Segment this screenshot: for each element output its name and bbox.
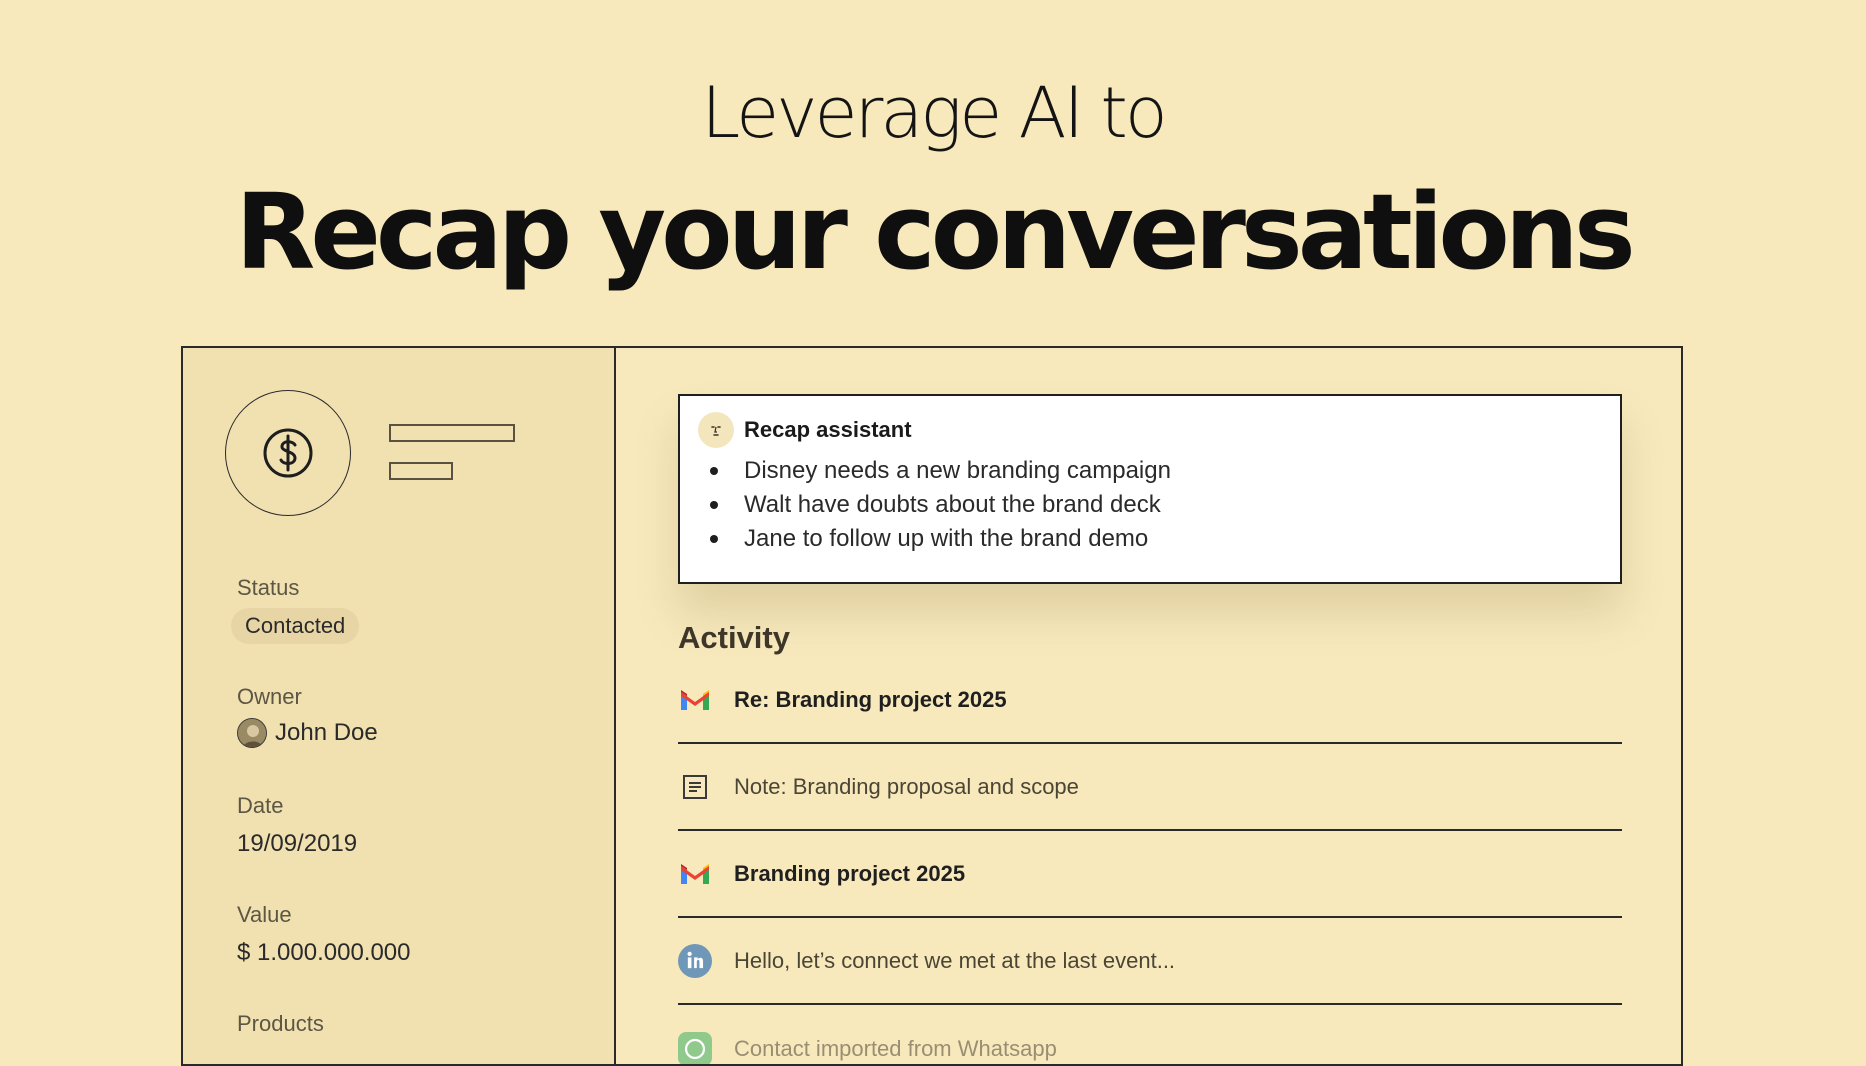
- recap-list: Disney needs a new branding campaign Wal…: [710, 454, 1171, 556]
- crm-record-panel: Status Contacted Owner John Doe Date 19/…: [181, 346, 1683, 1066]
- activity-item[interactable]: Re: Branding project 2025: [678, 657, 1622, 744]
- record-sidebar: Status Contacted Owner John Doe Date 19/…: [183, 348, 616, 1064]
- recap-item: Disney needs a new branding campaign: [710, 454, 1171, 488]
- activity-item[interactable]: Hello, let’s connect we met at the last …: [678, 918, 1622, 1005]
- activity-item[interactable]: Contact imported from Whatsapp: [678, 1005, 1622, 1064]
- dollar-icon: [263, 428, 313, 478]
- assistant-face-icon: [698, 412, 734, 448]
- owner-avatar: [237, 718, 267, 748]
- recap-item: Jane to follow up with the brand demo: [710, 522, 1171, 556]
- activity-text: Branding project 2025: [734, 860, 966, 886]
- activity-item[interactable]: Note: Branding proposal and scope: [678, 744, 1622, 831]
- linkedin-icon: [678, 943, 712, 978]
- record-main: Recap assistant Disney needs a new brand…: [616, 348, 1681, 1064]
- activity-text: Hello, let’s connect we met at the last …: [734, 947, 1176, 973]
- date-label: Date: [237, 793, 284, 818]
- owner-label: Owner: [237, 684, 302, 709]
- recap-assistant-card: Recap assistant Disney needs a new brand…: [678, 394, 1622, 584]
- status-label: Status: [237, 575, 300, 600]
- value-label: Value: [237, 902, 292, 927]
- note-icon: [678, 770, 712, 804]
- owner-name: John Doe: [275, 719, 378, 746]
- activity-text: Contact imported from Whatsapp: [734, 1035, 1057, 1061]
- gmail-icon: [678, 857, 712, 891]
- activity-text: Re: Branding project 2025: [734, 686, 1007, 712]
- status-badge[interactable]: Contacted: [231, 608, 360, 644]
- deal-value[interactable]: $ 1.000.000.000: [237, 939, 411, 967]
- name-placeholder: [389, 424, 515, 442]
- activity-heading: Activity: [678, 620, 790, 655]
- date-value[interactable]: 19/09/2019: [237, 830, 357, 858]
- products-label: Products: [237, 1011, 324, 1036]
- recap-title: Recap assistant: [744, 417, 912, 442]
- hero-title: Recap your conversations: [235, 171, 1635, 293]
- recap-item: Walt have doubts about the brand deck: [710, 488, 1171, 522]
- owner-field[interactable]: John Doe: [237, 718, 378, 748]
- hero-subtitle: Leverage AI to: [701, 72, 1167, 154]
- gmail-icon: [678, 683, 712, 717]
- whatsapp-icon: [678, 1031, 712, 1064]
- activity-item[interactable]: Branding project 2025: [678, 831, 1622, 918]
- activity-text: Note: Branding proposal and scope: [734, 773, 1079, 799]
- subtitle-placeholder: [389, 462, 453, 480]
- deal-avatar: [225, 390, 351, 516]
